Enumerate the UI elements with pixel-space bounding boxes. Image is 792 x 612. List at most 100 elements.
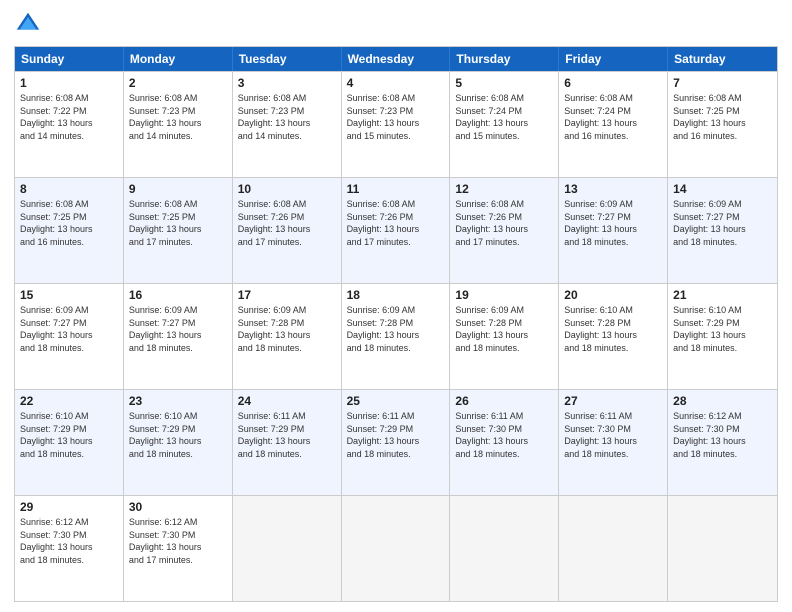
header <box>14 10 778 38</box>
calendar-cell: 5 Sunrise: 6:08 AM Sunset: 7:24 PM Daylig… <box>450 72 559 177</box>
day-info: Sunrise: 6:12 AM Sunset: 7:30 PM Dayligh… <box>673 410 772 460</box>
day-number: 29 <box>20 500 118 514</box>
day-info: Sunrise: 6:09 AM Sunset: 7:27 PM Dayligh… <box>564 198 662 248</box>
day-number: 3 <box>238 76 336 90</box>
calendar-cell <box>450 496 559 601</box>
day-info: Sunrise: 6:08 AM Sunset: 7:26 PM Dayligh… <box>238 198 336 248</box>
day-info: Sunrise: 6:09 AM Sunset: 7:28 PM Dayligh… <box>347 304 445 354</box>
calendar-cell: 15 Sunrise: 6:09 AM Sunset: 7:27 PM Dayli… <box>15 284 124 389</box>
calendar-cell: 14Sunrise: 6:09 AM Sunset: 7:27 PM Dayli… <box>668 178 777 283</box>
day-number: 19 <box>455 288 553 302</box>
header-tuesday: Tuesday <box>233 47 342 71</box>
calendar-cell: 10 Sunrise: 6:08 AM Sunset: 7:26 PM Dayli… <box>233 178 342 283</box>
calendar-cell: 19 Sunrise: 6:09 AM Sunset: 7:28 PM Dayli… <box>450 284 559 389</box>
day-number: 7 <box>673 76 772 90</box>
calendar-cell <box>668 496 777 601</box>
day-info: Sunrise: 6:12 AM Sunset: 7:30 PM Dayligh… <box>20 516 118 566</box>
day-info: Sunrise: 6:11 AM Sunset: 7:29 PM Dayligh… <box>347 410 445 460</box>
day-number: 27 <box>564 394 662 408</box>
day-number: 5 <box>455 76 553 90</box>
day-number: 17 <box>238 288 336 302</box>
calendar-cell: 8Sunrise: 6:08 AM Sunset: 7:25 PM Daylig… <box>15 178 124 283</box>
calendar-cell <box>342 496 451 601</box>
calendar-body: 1 Sunrise: 6:08 AM Sunset: 7:22 PM Daylig… <box>15 71 777 601</box>
calendar-cell: 20 Sunrise: 6:10 AM Sunset: 7:28 PM Dayli… <box>559 284 668 389</box>
calendar-cell: 11 Sunrise: 6:08 AM Sunset: 7:26 PM Dayli… <box>342 178 451 283</box>
generalblue-logo-icon <box>14 10 42 38</box>
day-number: 4 <box>347 76 445 90</box>
calendar-week-5: 29 Sunrise: 6:12 AM Sunset: 7:30 PM Dayli… <box>15 495 777 601</box>
calendar-week-3: 15 Sunrise: 6:09 AM Sunset: 7:27 PM Dayli… <box>15 283 777 389</box>
day-number: 12 <box>455 182 553 196</box>
calendar-cell: 18 Sunrise: 6:09 AM Sunset: 7:28 PM Dayli… <box>342 284 451 389</box>
calendar-cell <box>559 496 668 601</box>
day-info: Sunrise: 6:09 AM Sunset: 7:28 PM Dayligh… <box>455 304 553 354</box>
calendar-cell: 27 Sunrise: 6:11 AM Sunset: 7:30 PM Dayli… <box>559 390 668 495</box>
calendar-cell <box>233 496 342 601</box>
calendar-cell: 9Sunrise: 6:08 AM Sunset: 7:25 PM Daylig… <box>124 178 233 283</box>
header-saturday: Saturday <box>668 47 777 71</box>
calendar-header: Sunday Monday Tuesday Wednesday Thursday… <box>15 47 777 71</box>
day-number: 2 <box>129 76 227 90</box>
day-number: 20 <box>564 288 662 302</box>
calendar-week-1: 1 Sunrise: 6:08 AM Sunset: 7:22 PM Daylig… <box>15 71 777 177</box>
calendar-cell: 2 Sunrise: 6:08 AM Sunset: 7:23 PM Daylig… <box>124 72 233 177</box>
calendar-cell: 12 Sunrise: 6:08 AM Sunset: 7:26 PM Dayli… <box>450 178 559 283</box>
day-info: Sunrise: 6:08 AM Sunset: 7:23 PM Dayligh… <box>347 92 445 142</box>
day-number: 22 <box>20 394 118 408</box>
calendar-cell: 1 Sunrise: 6:08 AM Sunset: 7:22 PM Daylig… <box>15 72 124 177</box>
day-info: Sunrise: 6:11 AM Sunset: 7:29 PM Dayligh… <box>238 410 336 460</box>
day-number: 11 <box>347 182 445 196</box>
day-info: Sunrise: 6:08 AM Sunset: 7:24 PM Dayligh… <box>455 92 553 142</box>
day-number: 16 <box>129 288 227 302</box>
day-info: Sunrise: 6:08 AM Sunset: 7:23 PM Dayligh… <box>238 92 336 142</box>
day-info: Sunrise: 6:11 AM Sunset: 7:30 PM Dayligh… <box>564 410 662 460</box>
day-number: 24 <box>238 394 336 408</box>
header-thursday: Thursday <box>450 47 559 71</box>
day-info: Sunrise: 6:09 AM Sunset: 7:27 PM Dayligh… <box>20 304 118 354</box>
calendar-cell: 24 Sunrise: 6:11 AM Sunset: 7:29 PM Dayli… <box>233 390 342 495</box>
calendar-cell: 23 Sunrise: 6:10 AM Sunset: 7:29 PM Dayli… <box>124 390 233 495</box>
header-wednesday: Wednesday <box>342 47 451 71</box>
day-number: 10 <box>238 182 336 196</box>
day-info: Sunrise: 6:10 AM Sunset: 7:29 PM Dayligh… <box>20 410 118 460</box>
day-number: 15 <box>20 288 118 302</box>
day-number: 18 <box>347 288 445 302</box>
day-number: 1 <box>20 76 118 90</box>
day-info: Sunrise: 6:12 AM Sunset: 7:30 PM Dayligh… <box>129 516 227 566</box>
calendar-cell: 26Sunrise: 6:11 AM Sunset: 7:30 PM Dayli… <box>450 390 559 495</box>
day-info: Sunrise: 6:08 AM Sunset: 7:22 PM Dayligh… <box>20 92 118 142</box>
day-info: Sunrise: 6:08 AM Sunset: 7:25 PM Dayligh… <box>673 92 772 142</box>
logo <box>14 10 46 38</box>
calendar-cell: 29 Sunrise: 6:12 AM Sunset: 7:30 PM Dayli… <box>15 496 124 601</box>
day-number: 28 <box>673 394 772 408</box>
day-info: Sunrise: 6:08 AM Sunset: 7:24 PM Dayligh… <box>564 92 662 142</box>
header-monday: Monday <box>124 47 233 71</box>
calendar-cell: 4 Sunrise: 6:08 AM Sunset: 7:23 PM Daylig… <box>342 72 451 177</box>
calendar-cell: 7 Sunrise: 6:08 AM Sunset: 7:25 PM Daylig… <box>668 72 777 177</box>
day-info: Sunrise: 6:09 AM Sunset: 7:27 PM Dayligh… <box>673 198 772 248</box>
calendar-cell: 30Sunrise: 6:12 AM Sunset: 7:30 PM Dayli… <box>124 496 233 601</box>
calendar-cell: 13 Sunrise: 6:09 AM Sunset: 7:27 PM Dayli… <box>559 178 668 283</box>
day-info: Sunrise: 6:09 AM Sunset: 7:27 PM Dayligh… <box>129 304 227 354</box>
day-info: Sunrise: 6:08 AM Sunset: 7:23 PM Dayligh… <box>129 92 227 142</box>
day-info: Sunrise: 6:08 AM Sunset: 7:26 PM Dayligh… <box>347 198 445 248</box>
header-sunday: Sunday <box>15 47 124 71</box>
day-number: 25 <box>347 394 445 408</box>
day-number: 26 <box>455 394 553 408</box>
day-info: Sunrise: 6:08 AM Sunset: 7:25 PM Dayligh… <box>20 198 118 248</box>
calendar-cell: 16 Sunrise: 6:09 AM Sunset: 7:27 PM Dayli… <box>124 284 233 389</box>
calendar-cell: 21Sunrise: 6:10 AM Sunset: 7:29 PM Dayli… <box>668 284 777 389</box>
day-info: Sunrise: 6:08 AM Sunset: 7:26 PM Dayligh… <box>455 198 553 248</box>
day-info: Sunrise: 6:10 AM Sunset: 7:28 PM Dayligh… <box>564 304 662 354</box>
day-info: Sunrise: 6:10 AM Sunset: 7:29 PM Dayligh… <box>129 410 227 460</box>
calendar-cell: 3 Sunrise: 6:08 AM Sunset: 7:23 PM Daylig… <box>233 72 342 177</box>
calendar-cell: 17Sunrise: 6:09 AM Sunset: 7:28 PM Dayli… <box>233 284 342 389</box>
day-number: 23 <box>129 394 227 408</box>
calendar-cell: 22 Sunrise: 6:10 AM Sunset: 7:29 PM Dayli… <box>15 390 124 495</box>
day-info: Sunrise: 6:08 AM Sunset: 7:25 PM Dayligh… <box>129 198 227 248</box>
calendar-cell: 6Sunrise: 6:08 AM Sunset: 7:24 PM Daylig… <box>559 72 668 177</box>
calendar-cell: 28 Sunrise: 6:12 AM Sunset: 7:30 PM Dayli… <box>668 390 777 495</box>
day-number: 13 <box>564 182 662 196</box>
day-number: 21 <box>673 288 772 302</box>
